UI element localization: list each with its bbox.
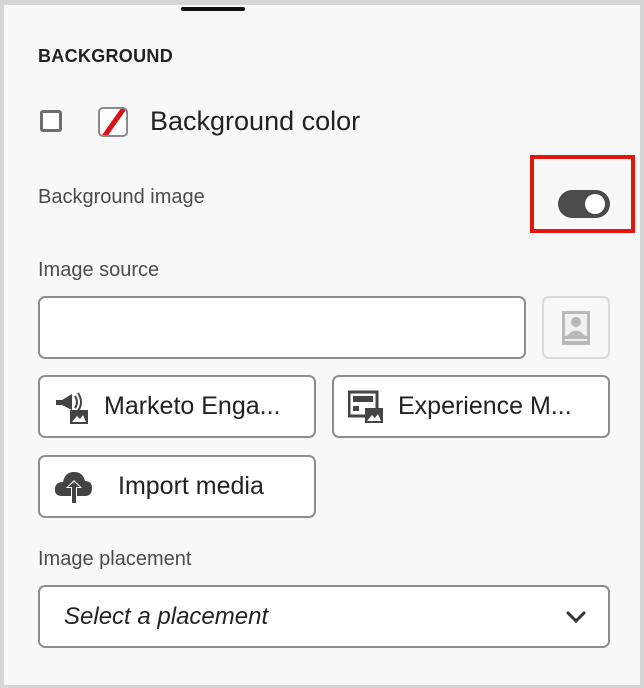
image-source-input[interactable]: [38, 296, 526, 359]
marketo-engage-button[interactable]: Marketo Enga...: [38, 375, 316, 438]
background-color-checkbox[interactable]: [40, 110, 62, 132]
image-placement-label: Image placement: [38, 548, 192, 570]
section-title: BACKGROUND: [38, 46, 173, 66]
background-image-toggle[interactable]: [558, 190, 610, 218]
marketo-engage-label: Marketo Enga...: [104, 392, 281, 420]
active-tab-indicator: [181, 7, 245, 11]
image-picker-button[interactable]: [542, 296, 610, 359]
background-image-label: Background image: [38, 186, 205, 208]
background-color-label: Background color: [150, 106, 361, 136]
megaphone-image-icon: [56, 391, 88, 424]
image-source-label: Image source: [38, 259, 160, 281]
cloud-upload-icon: [54, 471, 92, 504]
import-media-label: Import media: [118, 472, 264, 500]
layout-image-icon: [348, 390, 383, 423]
color-swatch-none-icon[interactable]: [98, 107, 128, 137]
image-portrait-icon: [562, 311, 590, 345]
chevron-down-icon: [566, 611, 586, 623]
image-placement-value: Select a placement: [64, 602, 269, 630]
experience-manager-button[interactable]: Experience M...: [332, 375, 610, 438]
background-panel: BACKGROUND Background color Background i…: [4, 5, 640, 685]
import-media-button[interactable]: Import media: [38, 455, 316, 518]
image-placement-select[interactable]: Select a placement: [38, 585, 610, 648]
experience-manager-label: Experience M...: [398, 392, 572, 420]
